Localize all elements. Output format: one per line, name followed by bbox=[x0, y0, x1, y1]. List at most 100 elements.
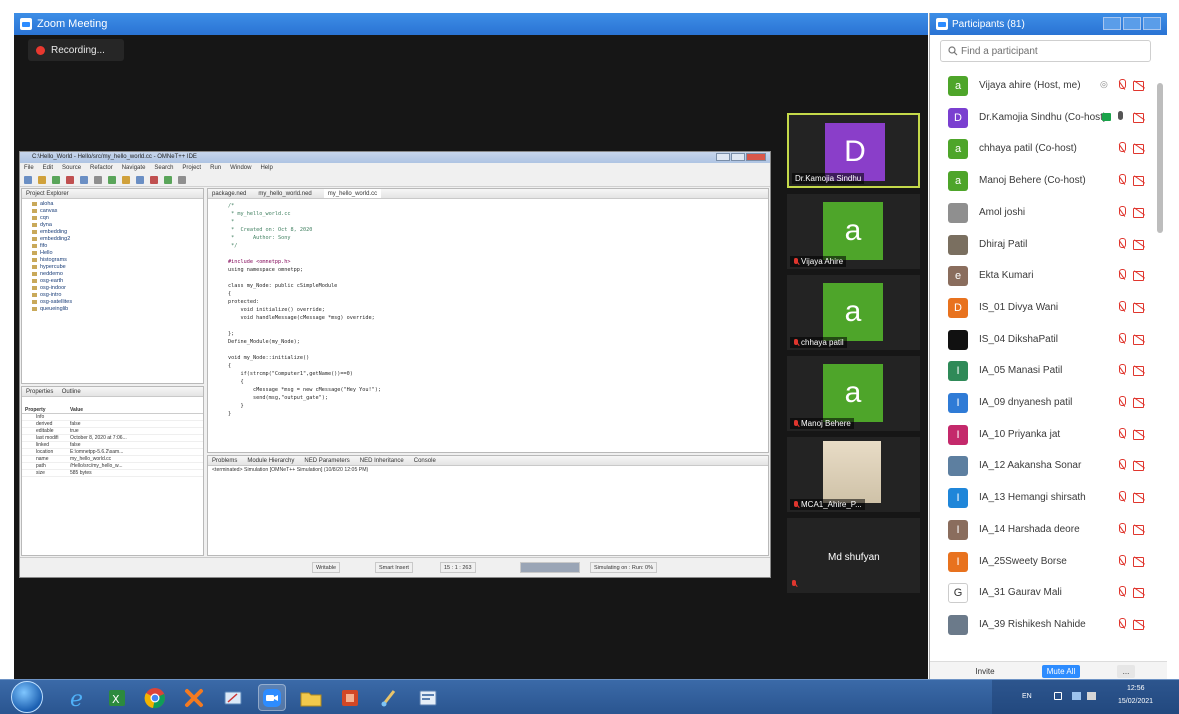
participant-avatar: G bbox=[948, 583, 968, 604]
participant-row[interactable]: I IA_10 Priyanka jat bbox=[930, 420, 1155, 450]
mic-muted-icon bbox=[1117, 554, 1126, 567]
network-icon[interactable] bbox=[1072, 692, 1081, 700]
zoom-window-title: Zoom Meeting bbox=[37, 18, 108, 30]
mic-muted-icon bbox=[1117, 427, 1126, 440]
participant-search-input[interactable]: Find a participant bbox=[940, 40, 1151, 62]
code-line: { bbox=[228, 379, 244, 385]
maximize-icon[interactable] bbox=[1123, 17, 1141, 30]
invite-button[interactable]: Invite bbox=[970, 665, 1000, 678]
console-tabs: Problems Module Hierarchy NED Parameters NE… bbox=[208, 456, 768, 466]
video-tile[interactable]: a chhaya patil bbox=[787, 275, 920, 350]
property-value: October 8, 2020 at 7:06... bbox=[70, 435, 127, 441]
scroll-thumb[interactable] bbox=[1157, 83, 1163, 233]
property-value: E:\omnetpp-5.6.2\sam... bbox=[70, 449, 124, 455]
volume-icon[interactable] bbox=[1087, 692, 1096, 700]
recording-indicator[interactable]: Recording... bbox=[28, 39, 124, 61]
participant-row[interactable]: a Manoj Behere (Co-host) bbox=[930, 166, 1155, 196]
clock-time[interactable]: 12:56 bbox=[1127, 685, 1145, 692]
toolbar-icon bbox=[24, 176, 32, 184]
powerpoint-icon[interactable] bbox=[336, 684, 364, 711]
mic-muted-icon bbox=[793, 419, 799, 428]
close-icon[interactable] bbox=[1143, 17, 1161, 30]
menu-item-run: Run bbox=[210, 165, 222, 171]
participant-row[interactable]: I IA_13 Hemangi shirsath bbox=[930, 483, 1155, 513]
editor-tab: my_hello_world.ned bbox=[258, 191, 312, 197]
participant-name: Dhiraj Patil bbox=[979, 238, 1028, 250]
video-off-icon bbox=[1133, 144, 1146, 155]
project-explorer: Project Explorer aloha canvas cqn dyna embed… bbox=[21, 188, 204, 384]
video-tile-label: MCA1_Ahire_P... bbox=[801, 500, 862, 509]
participant-row[interactable]: I IA_09 dnyanesh patil bbox=[930, 388, 1155, 418]
participant-row[interactable]: I IA_14 Harshada deore bbox=[930, 515, 1155, 545]
file-explorer-icon[interactable] bbox=[297, 684, 325, 711]
participant-row[interactable]: e Ekta Kumari bbox=[930, 261, 1155, 291]
tree-item: embedding bbox=[22, 229, 203, 236]
participant-row[interactable]: IA_39 Rishikesh Nahide bbox=[930, 610, 1155, 640]
participant-row[interactable]: IS_04 DikshaPatil bbox=[930, 325, 1155, 355]
participant-row[interactable]: Amol joshi bbox=[930, 198, 1155, 228]
mute-all-button[interactable]: Mute All bbox=[1042, 665, 1080, 678]
more-button[interactable]: ... bbox=[1117, 665, 1135, 678]
participant-list-scrollbar[interactable] bbox=[1157, 71, 1163, 661]
video-off-icon bbox=[1133, 176, 1146, 187]
code-line: protected: bbox=[228, 299, 260, 305]
participant-avatar bbox=[948, 614, 968, 635]
zoom-titlebar[interactable]: Zoom Meeting bbox=[14, 13, 928, 35]
menu-item-edit: Edit bbox=[42, 165, 54, 171]
paint-icon[interactable] bbox=[375, 684, 403, 711]
excel-icon[interactable]: X bbox=[103, 684, 131, 711]
zoom-taskbar-icon[interactable] bbox=[258, 684, 286, 711]
participants-titlebar[interactable]: Participants (81) bbox=[930, 13, 1167, 35]
language-indicator[interactable]: EN bbox=[1022, 693, 1032, 700]
participant-row[interactable]: a Vijaya ahire (Host, me) ◎ bbox=[930, 71, 1155, 101]
participant-row[interactable]: I IA_05 Manasi Patil bbox=[930, 356, 1155, 386]
video-tile[interactable]: a Vijaya Ahire bbox=[787, 194, 920, 269]
participant-avatar: I bbox=[948, 551, 968, 572]
video-tile-name: Manoj Behere bbox=[790, 418, 854, 429]
menu-item-help: Help bbox=[260, 165, 273, 171]
toolbar-icon bbox=[164, 176, 172, 184]
participant-name: IA_31 Gaurav Mali bbox=[979, 587, 1062, 599]
video-tile[interactable]: MCA1_Ahire_P... bbox=[787, 437, 920, 512]
start-button[interactable] bbox=[11, 681, 43, 713]
participant-row[interactable]: D Dr.Kamojia Sindhu (Co-host) bbox=[930, 103, 1155, 133]
tree-item: histograms bbox=[22, 257, 203, 264]
property-value: false bbox=[70, 421, 81, 427]
mic-muted-icon bbox=[1117, 522, 1126, 535]
internet-explorer-icon[interactable]: e bbox=[64, 684, 92, 711]
eclipse-taskbar-icon[interactable] bbox=[414, 684, 442, 711]
tree-item: Hello bbox=[22, 250, 203, 257]
video-tile[interactable]: Md shufyan bbox=[787, 518, 920, 593]
code-line: Define_Module(my_Node); bbox=[228, 339, 300, 345]
participant-row[interactable]: G IA_31 Gaurav Mali bbox=[930, 578, 1155, 608]
participant-row[interactable]: I IA_25Sweety Borse bbox=[930, 547, 1155, 577]
video-off-icon bbox=[1133, 271, 1146, 282]
participant-name: IS_04 DikshaPatil bbox=[979, 333, 1058, 345]
tree-item: hypercube bbox=[22, 264, 203, 271]
status-position: 15 : 1 : 263 bbox=[440, 562, 476, 573]
participant-row[interactable]: IA_12 Aakansha Sonar bbox=[930, 451, 1155, 481]
chrome-icon[interactable] bbox=[141, 684, 169, 711]
snipping-tool-icon[interactable] bbox=[219, 684, 247, 711]
video-off-icon bbox=[1133, 207, 1146, 218]
properties-tab: Properties bbox=[26, 389, 54, 395]
participant-row[interactable]: a chhaya patil (Co-host) bbox=[930, 134, 1155, 164]
mic-muted-icon bbox=[793, 500, 799, 509]
flag-icon[interactable] bbox=[1054, 692, 1062, 700]
minimize-icon[interactable] bbox=[1103, 17, 1121, 30]
video-off-icon bbox=[1133, 524, 1146, 535]
participant-row[interactable]: Dhiraj Patil bbox=[930, 230, 1155, 260]
video-tile[interactable]: a Manoj Behere bbox=[787, 356, 920, 431]
toolbar-icon bbox=[52, 176, 60, 184]
video-off-icon bbox=[1133, 112, 1146, 123]
code-line: { bbox=[228, 291, 232, 297]
video-tile[interactable]: D Dr.Kamojia Sindhu bbox=[787, 113, 920, 188]
mic-muted-icon bbox=[1117, 142, 1126, 154]
participant-row[interactable]: D IS_01 Divya Wani bbox=[930, 293, 1155, 323]
xampp-icon[interactable] bbox=[180, 684, 208, 711]
clock-date[interactable]: 15/02/2021 bbox=[1118, 698, 1153, 705]
video-off-icon bbox=[1133, 302, 1146, 313]
code-line: * Created on: Oct 8, 2020 bbox=[228, 227, 313, 233]
